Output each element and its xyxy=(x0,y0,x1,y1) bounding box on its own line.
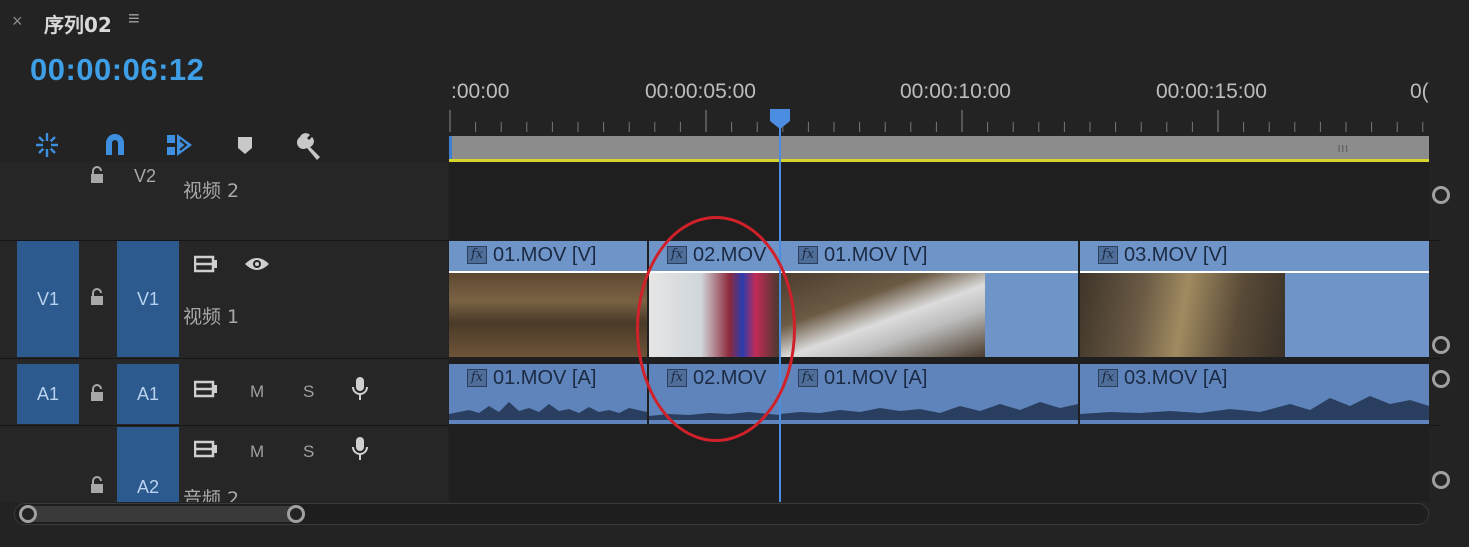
playhead-timecode[interactable]: 00:00:06:12 xyxy=(30,52,204,88)
fx-badge-icon: fx xyxy=(1098,369,1118,387)
ruler-label-20s: 0( xyxy=(1410,80,1429,103)
audio-waveform xyxy=(449,402,647,420)
lock-v2-icon[interactable] xyxy=(89,166,105,184)
ruler-label-10s: 00:00:10:00 xyxy=(900,80,1011,103)
lock-a2-icon[interactable] xyxy=(89,476,105,494)
audio-waveform xyxy=(1080,396,1429,420)
video-clip-01b[interactable]: fx 01.MOV [V] xyxy=(780,241,1078,357)
zoom-left-handle[interactable] xyxy=(19,505,37,523)
clip-thumbnail xyxy=(1080,271,1285,357)
panel-menu-icon[interactable]: ≡ xyxy=(128,8,140,31)
track-target-v1[interactable]: V1 xyxy=(117,241,179,357)
clip-label: 01.MOV [A] xyxy=(493,366,597,389)
ruler-label-0: :00:00 xyxy=(451,80,510,103)
work-area-grip[interactable]: III xyxy=(1338,144,1349,155)
horizontal-scroll-thumb[interactable] xyxy=(22,506,302,522)
a-scroll-top-knob[interactable] xyxy=(1432,370,1450,388)
track-name-v1: 视频 1 xyxy=(183,306,240,328)
track-target-v2[interactable]: V2 xyxy=(134,166,156,187)
clip-label: 03.MOV [A] xyxy=(1124,366,1228,389)
fx-badge-icon: fx xyxy=(798,369,818,387)
opacity-rubberband[interactable] xyxy=(780,271,1078,273)
sync-lock-a1-icon[interactable] xyxy=(194,380,218,398)
source-patch-a1[interactable]: A1 xyxy=(17,364,79,424)
linked-selection-icon[interactable] xyxy=(162,128,196,162)
lock-a1-icon[interactable] xyxy=(89,384,105,402)
highlight-annotation xyxy=(636,216,796,442)
playhead-handle[interactable] xyxy=(769,108,791,130)
audio-clip-03[interactable]: fx 03.MOV [A] xyxy=(1080,364,1429,424)
v-scroll-bottom-knob[interactable] xyxy=(1432,336,1450,354)
v-scroll-top-knob[interactable] xyxy=(1432,186,1450,204)
sync-lock-v1-icon[interactable] xyxy=(194,255,218,273)
work-area-start-handle[interactable] xyxy=(449,136,452,159)
clip-thumbnail xyxy=(449,271,647,357)
audio-clip-01[interactable]: fx 01.MOV [A] xyxy=(449,364,647,424)
clip-label: 01.MOV [V] xyxy=(824,243,928,266)
close-tab-button[interactable]: × xyxy=(12,11,23,32)
voiceover-mic-a2-icon[interactable] xyxy=(352,436,368,462)
ruler-label-15s: 00:00:15:00 xyxy=(1156,80,1267,103)
time-ruler[interactable] xyxy=(449,110,1429,132)
work-area-bar[interactable]: III xyxy=(449,136,1429,162)
insert-nest-icon[interactable] xyxy=(30,128,64,162)
fx-badge-icon: fx xyxy=(467,369,487,387)
video-clip-03[interactable]: fx 03.MOV [V] xyxy=(1080,241,1429,357)
opacity-rubberband[interactable] xyxy=(449,271,647,273)
track-target-a2[interactable]: A2 xyxy=(117,427,179,502)
video-clip-01[interactable]: fx 01.MOV [V] xyxy=(449,241,647,357)
solo-a2-button[interactable]: S xyxy=(303,442,314,462)
lock-v1-icon[interactable] xyxy=(89,288,105,306)
track-target-a1[interactable]: A1 xyxy=(117,364,179,424)
snap-magnet-icon[interactable] xyxy=(98,128,132,162)
zoom-right-handle[interactable] xyxy=(287,505,305,523)
sequence-tab-title[interactable]: 序列02 xyxy=(44,9,112,38)
source-patch-v1[interactable]: V1 xyxy=(17,241,79,357)
voiceover-mic-a1-icon[interactable] xyxy=(352,376,368,402)
solo-a1-button[interactable]: S xyxy=(303,382,314,402)
ruler-label-5s: 00:00:05:00 xyxy=(645,80,756,103)
clip-label: 01.MOV [A] xyxy=(824,366,928,389)
clip-label: 01.MOV [V] xyxy=(493,243,597,266)
clip-label: 03.MOV [V] xyxy=(1124,243,1228,266)
audio-waveform xyxy=(780,402,1078,420)
sync-lock-a2-icon[interactable] xyxy=(194,440,218,458)
add-marker-icon[interactable] xyxy=(228,128,262,162)
fx-badge-icon: fx xyxy=(1098,246,1118,264)
timeline-settings-wrench-icon[interactable] xyxy=(293,128,327,162)
fx-badge-icon: fx xyxy=(467,246,487,264)
toggle-output-eye-icon[interactable] xyxy=(244,256,270,272)
mute-a1-button[interactable]: M xyxy=(250,382,264,402)
fx-badge-icon: fx xyxy=(798,246,818,264)
a-scroll-bottom-knob[interactable] xyxy=(1432,471,1450,489)
clip-thumbnail xyxy=(780,271,985,357)
track-name-v2: 视频 2 xyxy=(183,180,240,202)
track-name-a2: 音频 2 xyxy=(183,488,240,502)
opacity-rubberband[interactable] xyxy=(1080,271,1429,273)
mute-a2-button[interactable]: M xyxy=(250,442,264,462)
audio-clip-01b[interactable]: fx 01.MOV [A] xyxy=(780,364,1078,424)
